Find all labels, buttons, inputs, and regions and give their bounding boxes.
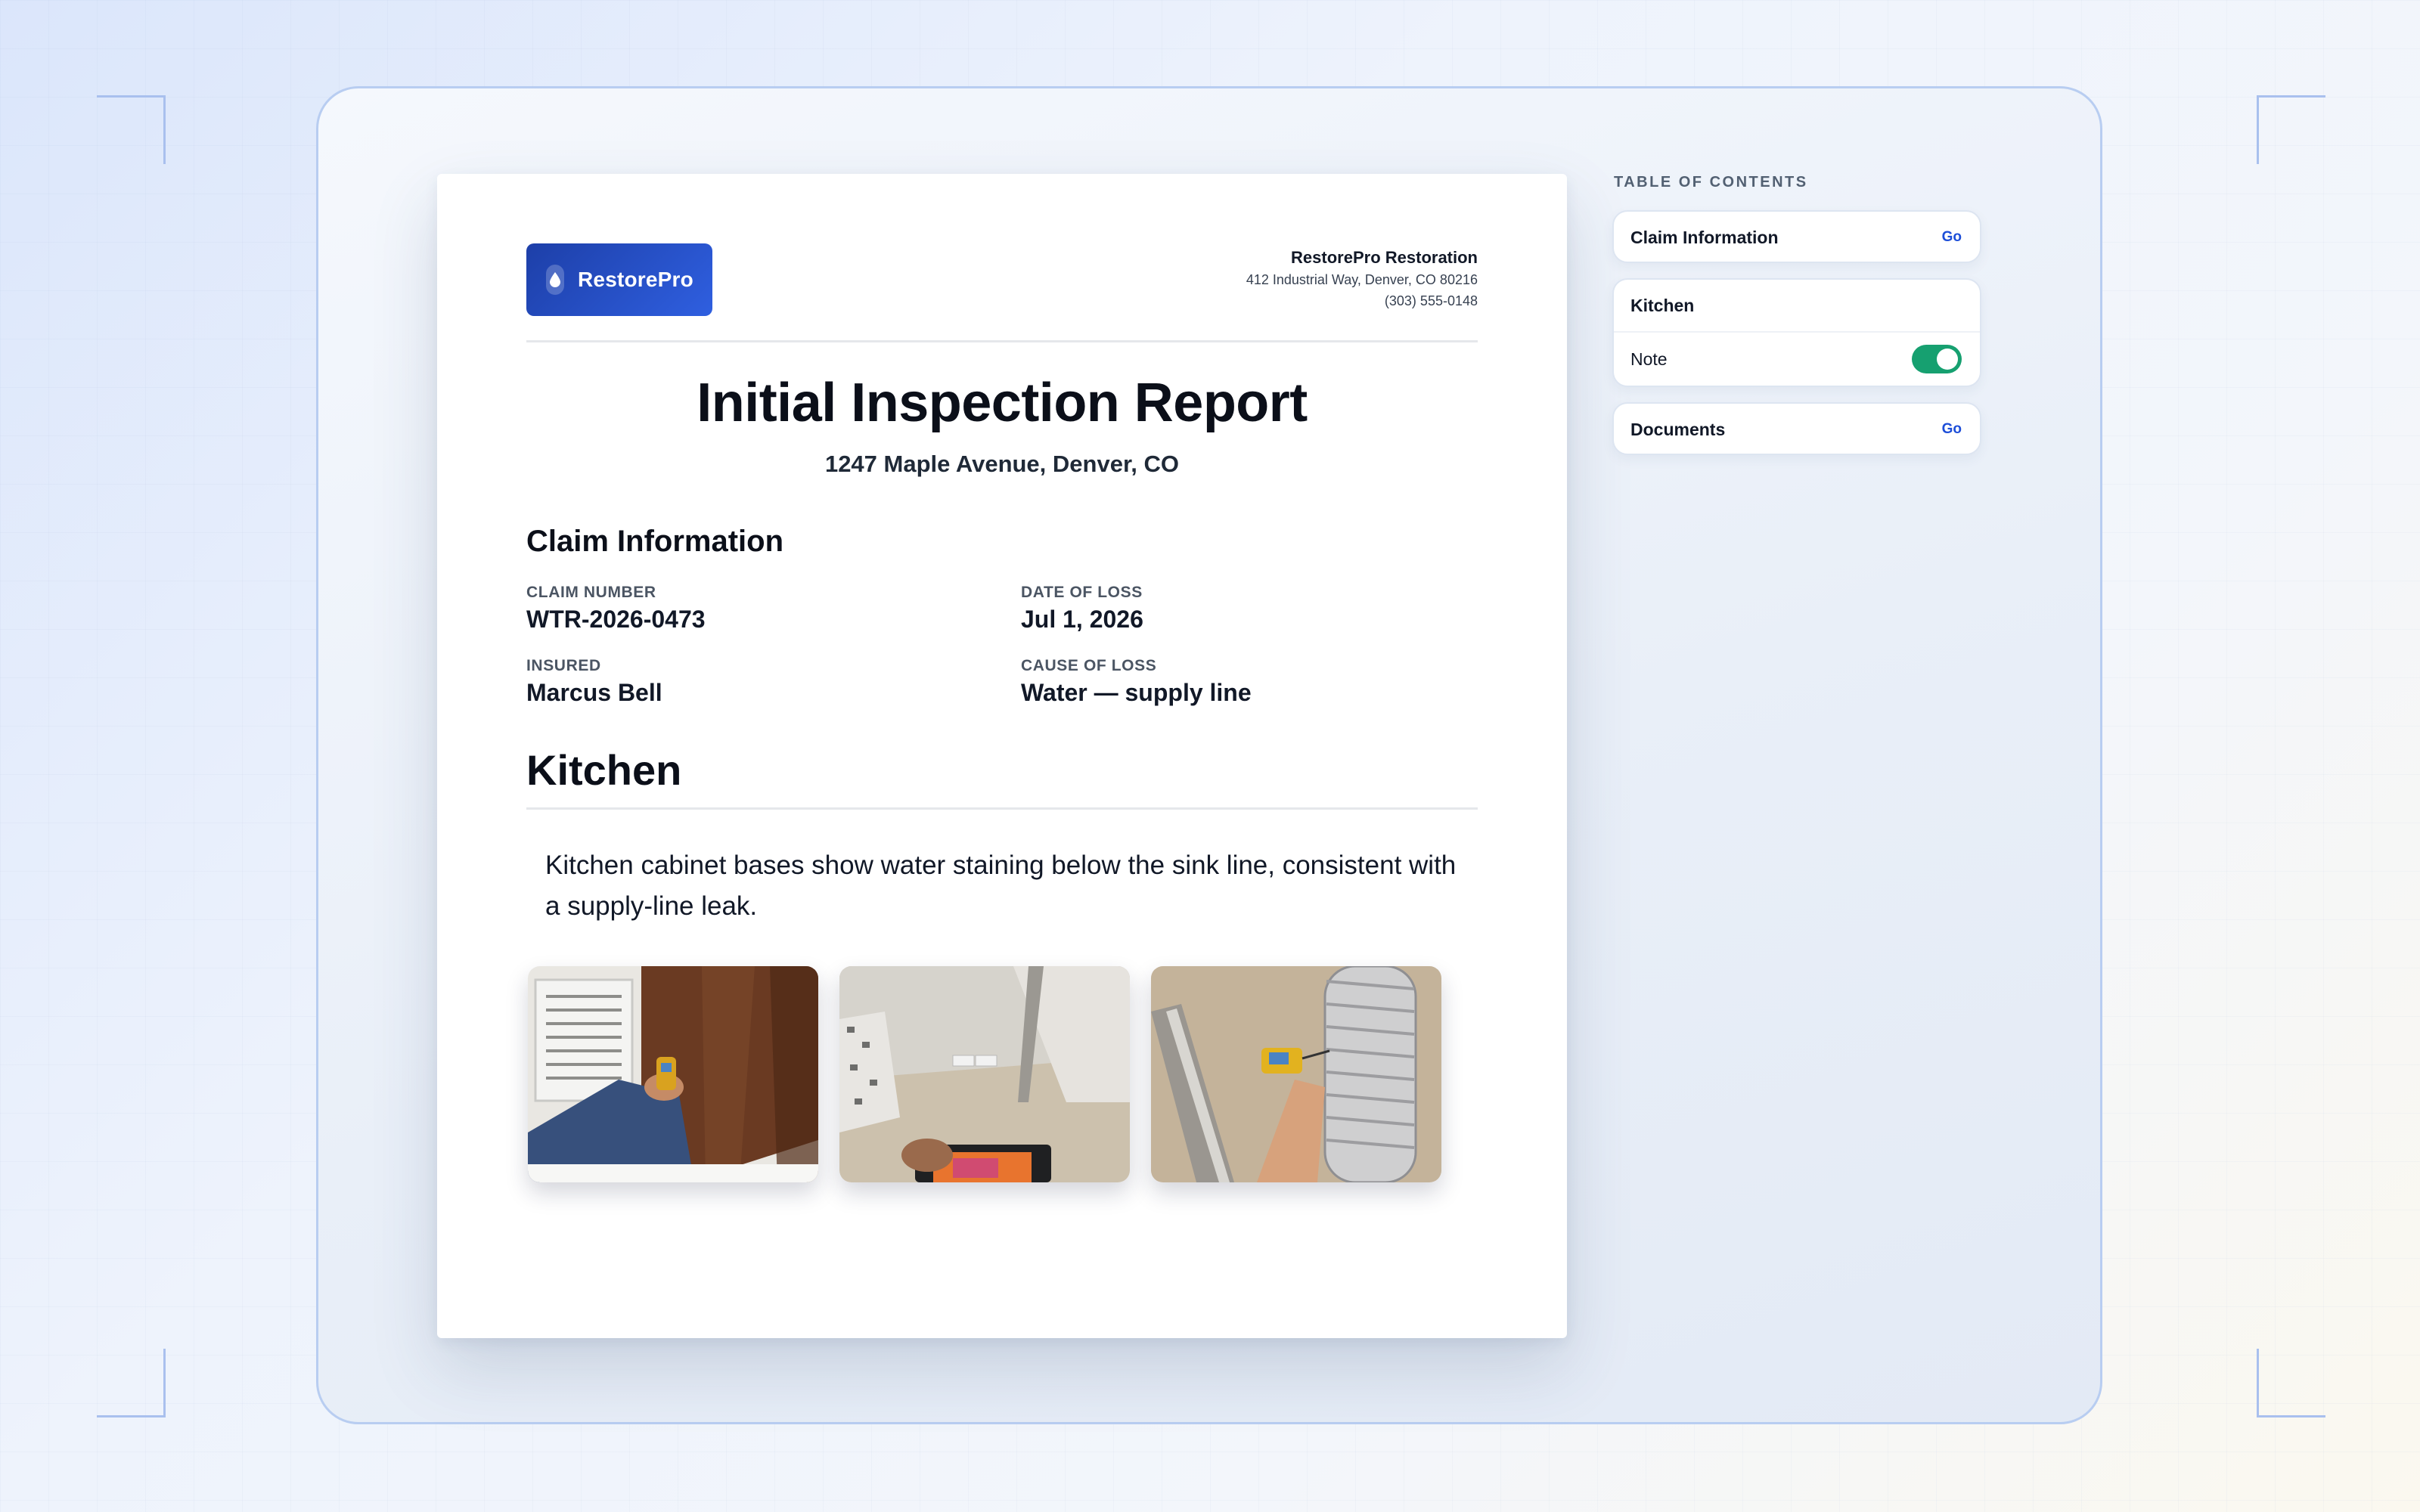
note-toggle[interactable] xyxy=(1912,345,1962,373)
field-value: Jul 1, 2026 xyxy=(1021,606,1143,633)
corner-bracket-bottom-right xyxy=(2257,1349,2325,1418)
company-name: RestorePro Restoration xyxy=(1291,248,1478,267)
kitchen-divider xyxy=(526,807,1478,810)
field-label: Insured xyxy=(526,657,601,674)
cause-of-loss-field: Cause of Loss Water — supply line xyxy=(1021,655,1252,708)
toc-item-documents[interactable]: Documents Go xyxy=(1612,402,1981,455)
field-label: Date of Loss xyxy=(1021,584,1143,601)
date-of-loss-field: Date of Loss Jul 1, 2026 xyxy=(1021,582,1143,635)
toc-item-title: Documents xyxy=(1630,419,1726,439)
inspection-photo-1[interactable] xyxy=(528,966,818,1182)
toc-item-title: Claim Information xyxy=(1630,227,1779,247)
inspection-photo-2[interactable] xyxy=(839,966,1130,1182)
company-logo: RestorePro xyxy=(526,243,712,316)
claim-section-heading: Claim Information xyxy=(526,525,784,558)
company-phone: (303) 555-0148 xyxy=(1384,293,1478,308)
corner-bracket-bottom-left xyxy=(97,1349,166,1418)
toggle-knob xyxy=(1937,349,1958,370)
report-document: RestorePro RestorePro Restoration 412 In… xyxy=(437,174,1567,1338)
corner-bracket-top-right xyxy=(2257,95,2325,164)
field-value: Marcus Bell xyxy=(526,679,662,706)
company-address: 412 Industrial Way, Denver, CO 80216 xyxy=(1246,272,1478,287)
claim-number-field: Claim Number WTR-2026-0473 xyxy=(526,582,706,635)
corner-bracket-top-left xyxy=(97,95,166,164)
inspection-photo-3[interactable] xyxy=(1151,966,1441,1182)
toc-item-kitchen[interactable]: Kitchen Note xyxy=(1612,278,1981,387)
kitchen-section-heading: Kitchen xyxy=(526,746,682,794)
header-divider xyxy=(526,340,1478,342)
water-drop-icon xyxy=(546,265,564,295)
property-address: 1247 Maple Avenue, Denver, CO xyxy=(824,451,1180,477)
field-label: Claim Number xyxy=(526,584,656,601)
go-button-claim-information[interactable]: Go xyxy=(1942,229,1962,246)
field-value: WTR-2026-0473 xyxy=(526,606,706,633)
go-button-documents[interactable]: Go xyxy=(1942,421,1962,438)
field-label: Cause of Loss xyxy=(1021,657,1157,674)
toc-item-title: Kitchen xyxy=(1630,295,1695,315)
note-toggle-label: Note xyxy=(1630,349,1668,369)
logo-text: RestorePro xyxy=(578,268,693,291)
company-info: RestorePro Restoration 412 Industrial Wa… xyxy=(1246,246,1478,311)
field-value: Water — supply line xyxy=(1021,679,1252,706)
insured-field: Insured Marcus Bell xyxy=(526,655,662,708)
toc-item-claim-information[interactable]: Claim Information Go xyxy=(1612,210,1981,263)
kitchen-note: Kitchen cabinet bases show water stainin… xyxy=(545,850,1457,921)
report-title: Initial Inspection Report xyxy=(697,373,1308,433)
toc-heading: TABLE OF CONTENTS xyxy=(1614,174,1808,191)
